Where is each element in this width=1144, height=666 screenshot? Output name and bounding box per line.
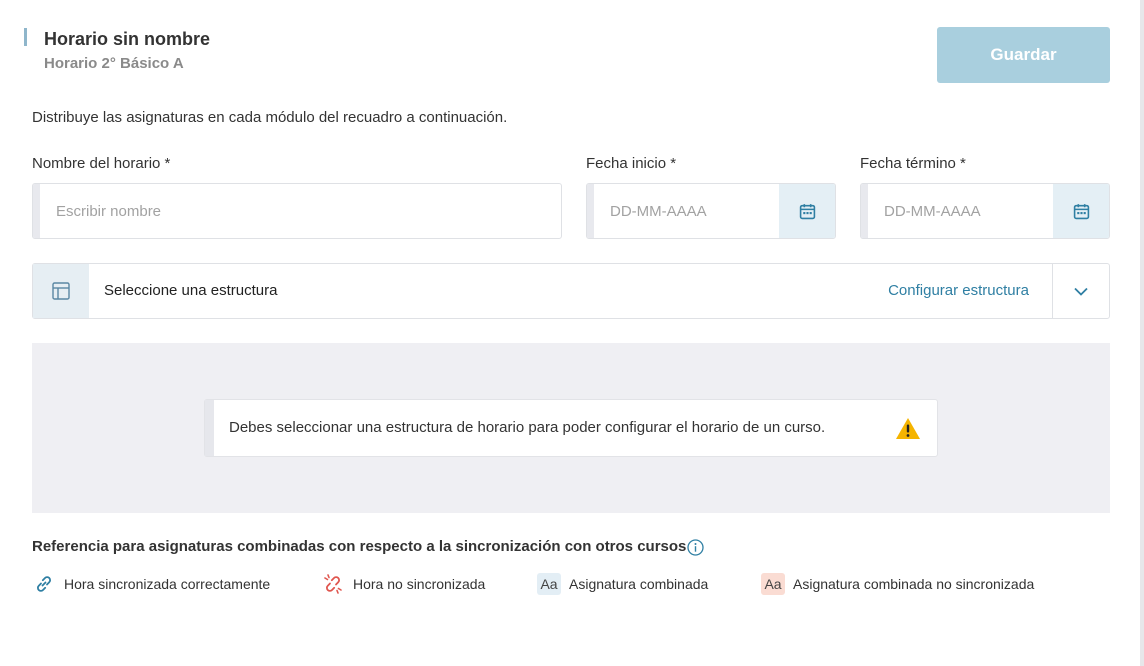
combined-unsynced-badge-wrapper: Aa — [761, 572, 785, 596]
broken-link-icon — [321, 572, 345, 596]
name-input[interactable] — [40, 184, 560, 238]
notice-accent — [205, 400, 214, 456]
legend-not-synced-label: Hora no sincronizada — [353, 576, 486, 592]
legend-combined-not-synced-label: Asignatura combinada no sincronizada — [793, 576, 1035, 592]
field-accent — [587, 184, 594, 238]
name-label: Nombre del horario * — [32, 155, 171, 172]
legend-combined-not-synced: Aa Asignatura combinada no sincronizada — [761, 572, 1034, 596]
warning-icon — [896, 418, 920, 439]
structure-select-label: Seleccione una estructura — [104, 282, 278, 299]
save-button[interactable]: Guardar — [937, 27, 1110, 83]
start-date-field — [586, 183, 836, 239]
start-date-label: Fecha inicio * — [586, 155, 677, 172]
combined-badge-wrapper: Aa — [537, 572, 561, 596]
legend-synced-label: Hora sincronizada correctamente — [64, 576, 271, 592]
name-field — [32, 183, 562, 239]
table-grid-icon — [52, 282, 70, 300]
end-date-label: Fecha término * — [860, 155, 966, 172]
field-accent — [33, 184, 40, 238]
chevron-down-icon — [1074, 287, 1088, 296]
start-date-input[interactable] — [594, 184, 780, 238]
calendar-icon — [799, 203, 815, 219]
end-date-field — [860, 183, 1110, 239]
end-date-calendar-button[interactable] — [1053, 184, 1109, 238]
link-icon — [32, 572, 56, 596]
structure-icon-cell — [33, 264, 89, 318]
page-subtitle: Horario 2° Básico A — [44, 55, 184, 72]
configure-structure-link[interactable]: Configurar estructura — [888, 282, 1029, 299]
combined-unsynced-subject-badge: Aa — [761, 573, 785, 595]
legend-not-synced: Hora no sincronizada — [321, 572, 485, 596]
intro-text: Distribuye las asignaturas en cada módul… — [32, 109, 508, 126]
reference-title: Referencia para asignaturas combinadas c… — [32, 538, 687, 555]
legend-synced: Hora sincronizada correctamente — [32, 572, 270, 596]
start-date-calendar-button[interactable] — [779, 184, 835, 238]
field-accent — [861, 184, 868, 238]
page-title: Horario sin nombre — [44, 29, 211, 49]
legend-combined: Aa Asignatura combinada — [537, 572, 708, 596]
info-icon[interactable] — [687, 539, 704, 556]
structure-warning-notice: Debes seleccionar una estructura de hora… — [204, 399, 938, 457]
combined-subject-badge: Aa — [537, 573, 561, 595]
header-accent-bar — [24, 28, 44, 46]
structure-selector[interactable]: Seleccione una estructura Configurar est… — [32, 263, 1110, 319]
legend-combined-label: Asignatura combinada — [569, 576, 709, 592]
window-edge — [1140, 0, 1144, 666]
end-date-input[interactable] — [868, 184, 1054, 238]
calendar-icon — [1073, 203, 1089, 219]
structure-dropdown-toggle[interactable] — [1053, 264, 1109, 318]
notice-message: Debes seleccionar una estructura de hora… — [229, 419, 826, 436]
